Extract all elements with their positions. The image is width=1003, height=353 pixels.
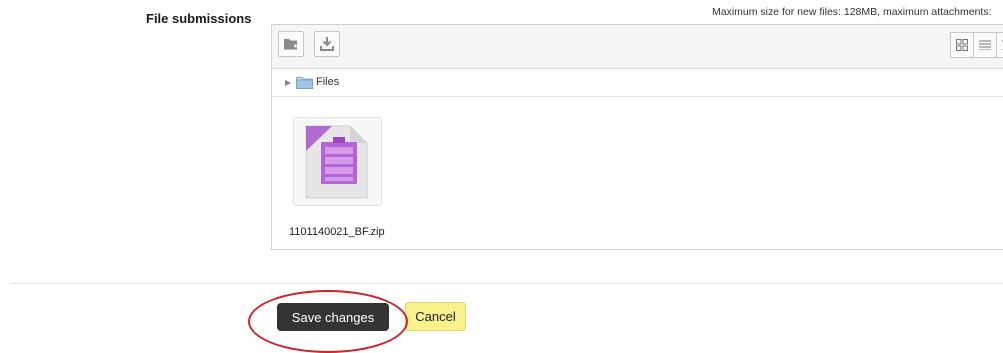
add-file-button[interactable] [278, 31, 304, 57]
list-view-button[interactable] [973, 32, 997, 58]
file-name[interactable]: 1101140021_BF.zip [289, 226, 385, 238]
breadcrumb-folder-label[interactable]: Files [316, 76, 339, 88]
expand-arrow-icon[interactable]: ▶ [285, 78, 291, 87]
file-manager: ▶ Files 1101140021_BF.zip [271, 24, 1003, 250]
zip-archive-icon [305, 125, 368, 199]
tree-view-button[interactable] [996, 32, 1003, 58]
grid-view-button[interactable] [950, 32, 974, 58]
breadcrumb: ▶ Files [272, 69, 1003, 97]
add-file-icon [284, 39, 297, 50]
field-label: File submissions [146, 11, 252, 26]
folder-icon [296, 76, 313, 94]
save-changes-button[interactable]: Save changes [277, 303, 389, 331]
max-size-info: Maximum size for new files: 128MB, maxim… [712, 6, 992, 18]
download-button[interactable] [314, 31, 340, 57]
cancel-button[interactable]: Cancel [405, 302, 466, 331]
grid-view-icon [956, 39, 968, 51]
list-view-icon [979, 40, 991, 50]
view-mode-group [950, 32, 1003, 58]
download-icon [320, 37, 334, 51]
file-tile[interactable] [293, 117, 382, 206]
form-divider [10, 283, 1003, 284]
file-manager-toolbar [272, 25, 1003, 69]
